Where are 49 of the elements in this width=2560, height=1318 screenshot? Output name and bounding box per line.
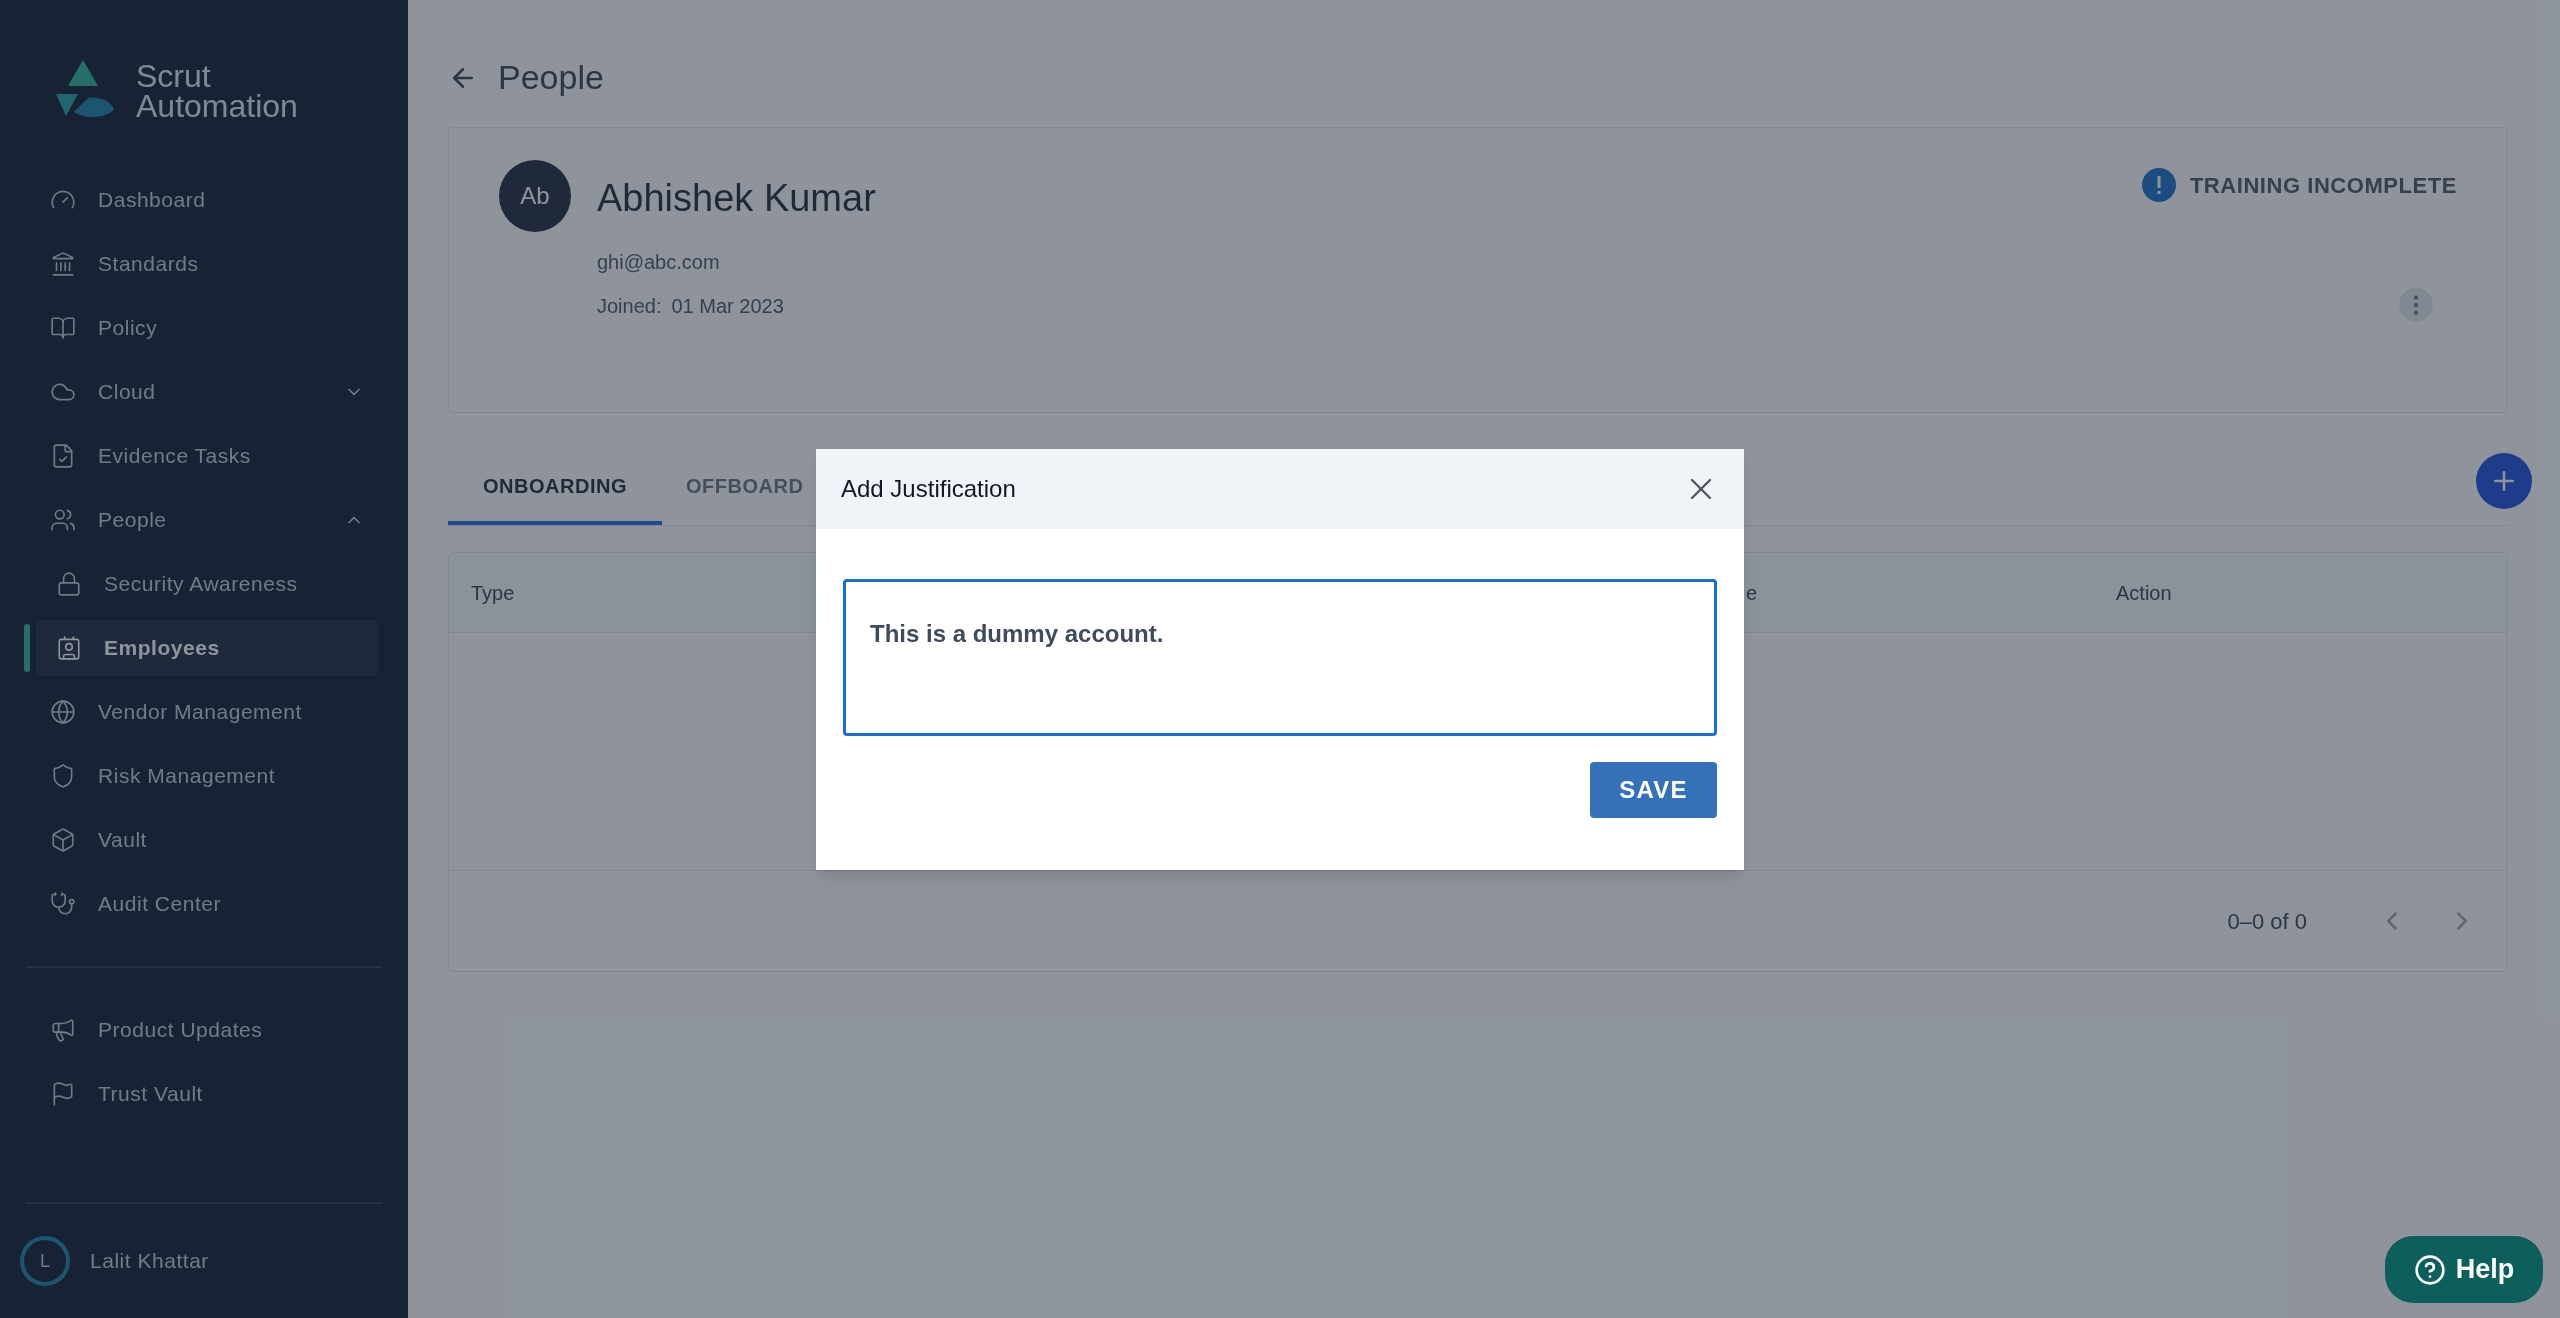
employee-email: ghi@abc.com <box>597 250 721 275</box>
sidebar-item[interactable]: Product Updates <box>36 1002 378 1058</box>
megaphone-icon <box>50 1017 76 1043</box>
sidebar-item[interactable]: Trust Vault <box>36 1066 378 1122</box>
joined-date: 01 Mar 2023 <box>671 294 784 319</box>
logo-text: Automation <box>136 91 298 121</box>
box-icon <box>50 827 76 853</box>
sidebar-item[interactable]: Evidence Tasks <box>36 428 378 484</box>
employee-name: Abhishek Kumar <box>597 176 876 221</box>
sidebar-item[interactable]: Standards <box>36 236 378 292</box>
justification-field[interactable]: This is a dummy account. <box>843 579 1717 736</box>
page-title: People <box>498 57 604 98</box>
tab[interactable]: OFFBOARD <box>662 471 828 525</box>
user-avatar[interactable]: L <box>20 1236 70 1286</box>
sidebar-item[interactable]: Audit Center <box>36 876 378 932</box>
training-status: TRAINING INCOMPLETE <box>2189 171 2457 200</box>
lock-icon <box>56 571 82 597</box>
tab[interactable]: ONBOARDING <box>448 471 662 525</box>
globe-icon <box>50 699 76 725</box>
pagination-range: 0–0 of 0 <box>2227 907 2307 936</box>
sidebar-item[interactable]: Cloud <box>36 364 378 420</box>
joined-label: Joined: <box>597 294 662 319</box>
logo-text: Scrut <box>136 61 212 91</box>
stethoscope-icon <box>50 891 76 917</box>
book-icon <box>50 315 76 341</box>
save-button[interactable]: SAVE <box>1590 762 1717 818</box>
sidebar-item[interactable]: Vault <box>36 812 378 868</box>
sidebar-item[interactable]: People <box>36 492 378 548</box>
user-name: Lalit Khattar <box>90 1248 209 1275</box>
contact-card-icon <box>56 635 82 661</box>
column-header: e <box>1746 580 1759 606</box>
sidebar-item[interactable]: Dashboard <box>36 172 378 228</box>
info-icon <box>2141 168 2176 202</box>
sidebar-item[interactable]: Policy <box>36 300 378 356</box>
add-button[interactable] <box>2476 453 2532 509</box>
sidebar-item[interactable]: Vendor Management <box>36 684 378 740</box>
more-icon[interactable] <box>2399 288 2433 322</box>
sidebar-item[interactable]: Employees <box>36 620 378 676</box>
users-icon <box>50 507 76 533</box>
dialog-title: Add Justification <box>841 474 1017 504</box>
help-button[interactable]: Help <box>2385 1236 2543 1303</box>
avatar: Ab <box>499 160 571 232</box>
column-header: Type <box>470 580 516 606</box>
sidebar-item[interactable]: Risk Management <box>36 748 378 804</box>
sidebar-item[interactable]: Security Awareness <box>36 556 378 612</box>
help-icon <box>2413 1253 2446 1286</box>
bank-icon <box>50 251 76 277</box>
column-header: Action <box>2116 580 2172 606</box>
active-indicator <box>24 624 30 672</box>
